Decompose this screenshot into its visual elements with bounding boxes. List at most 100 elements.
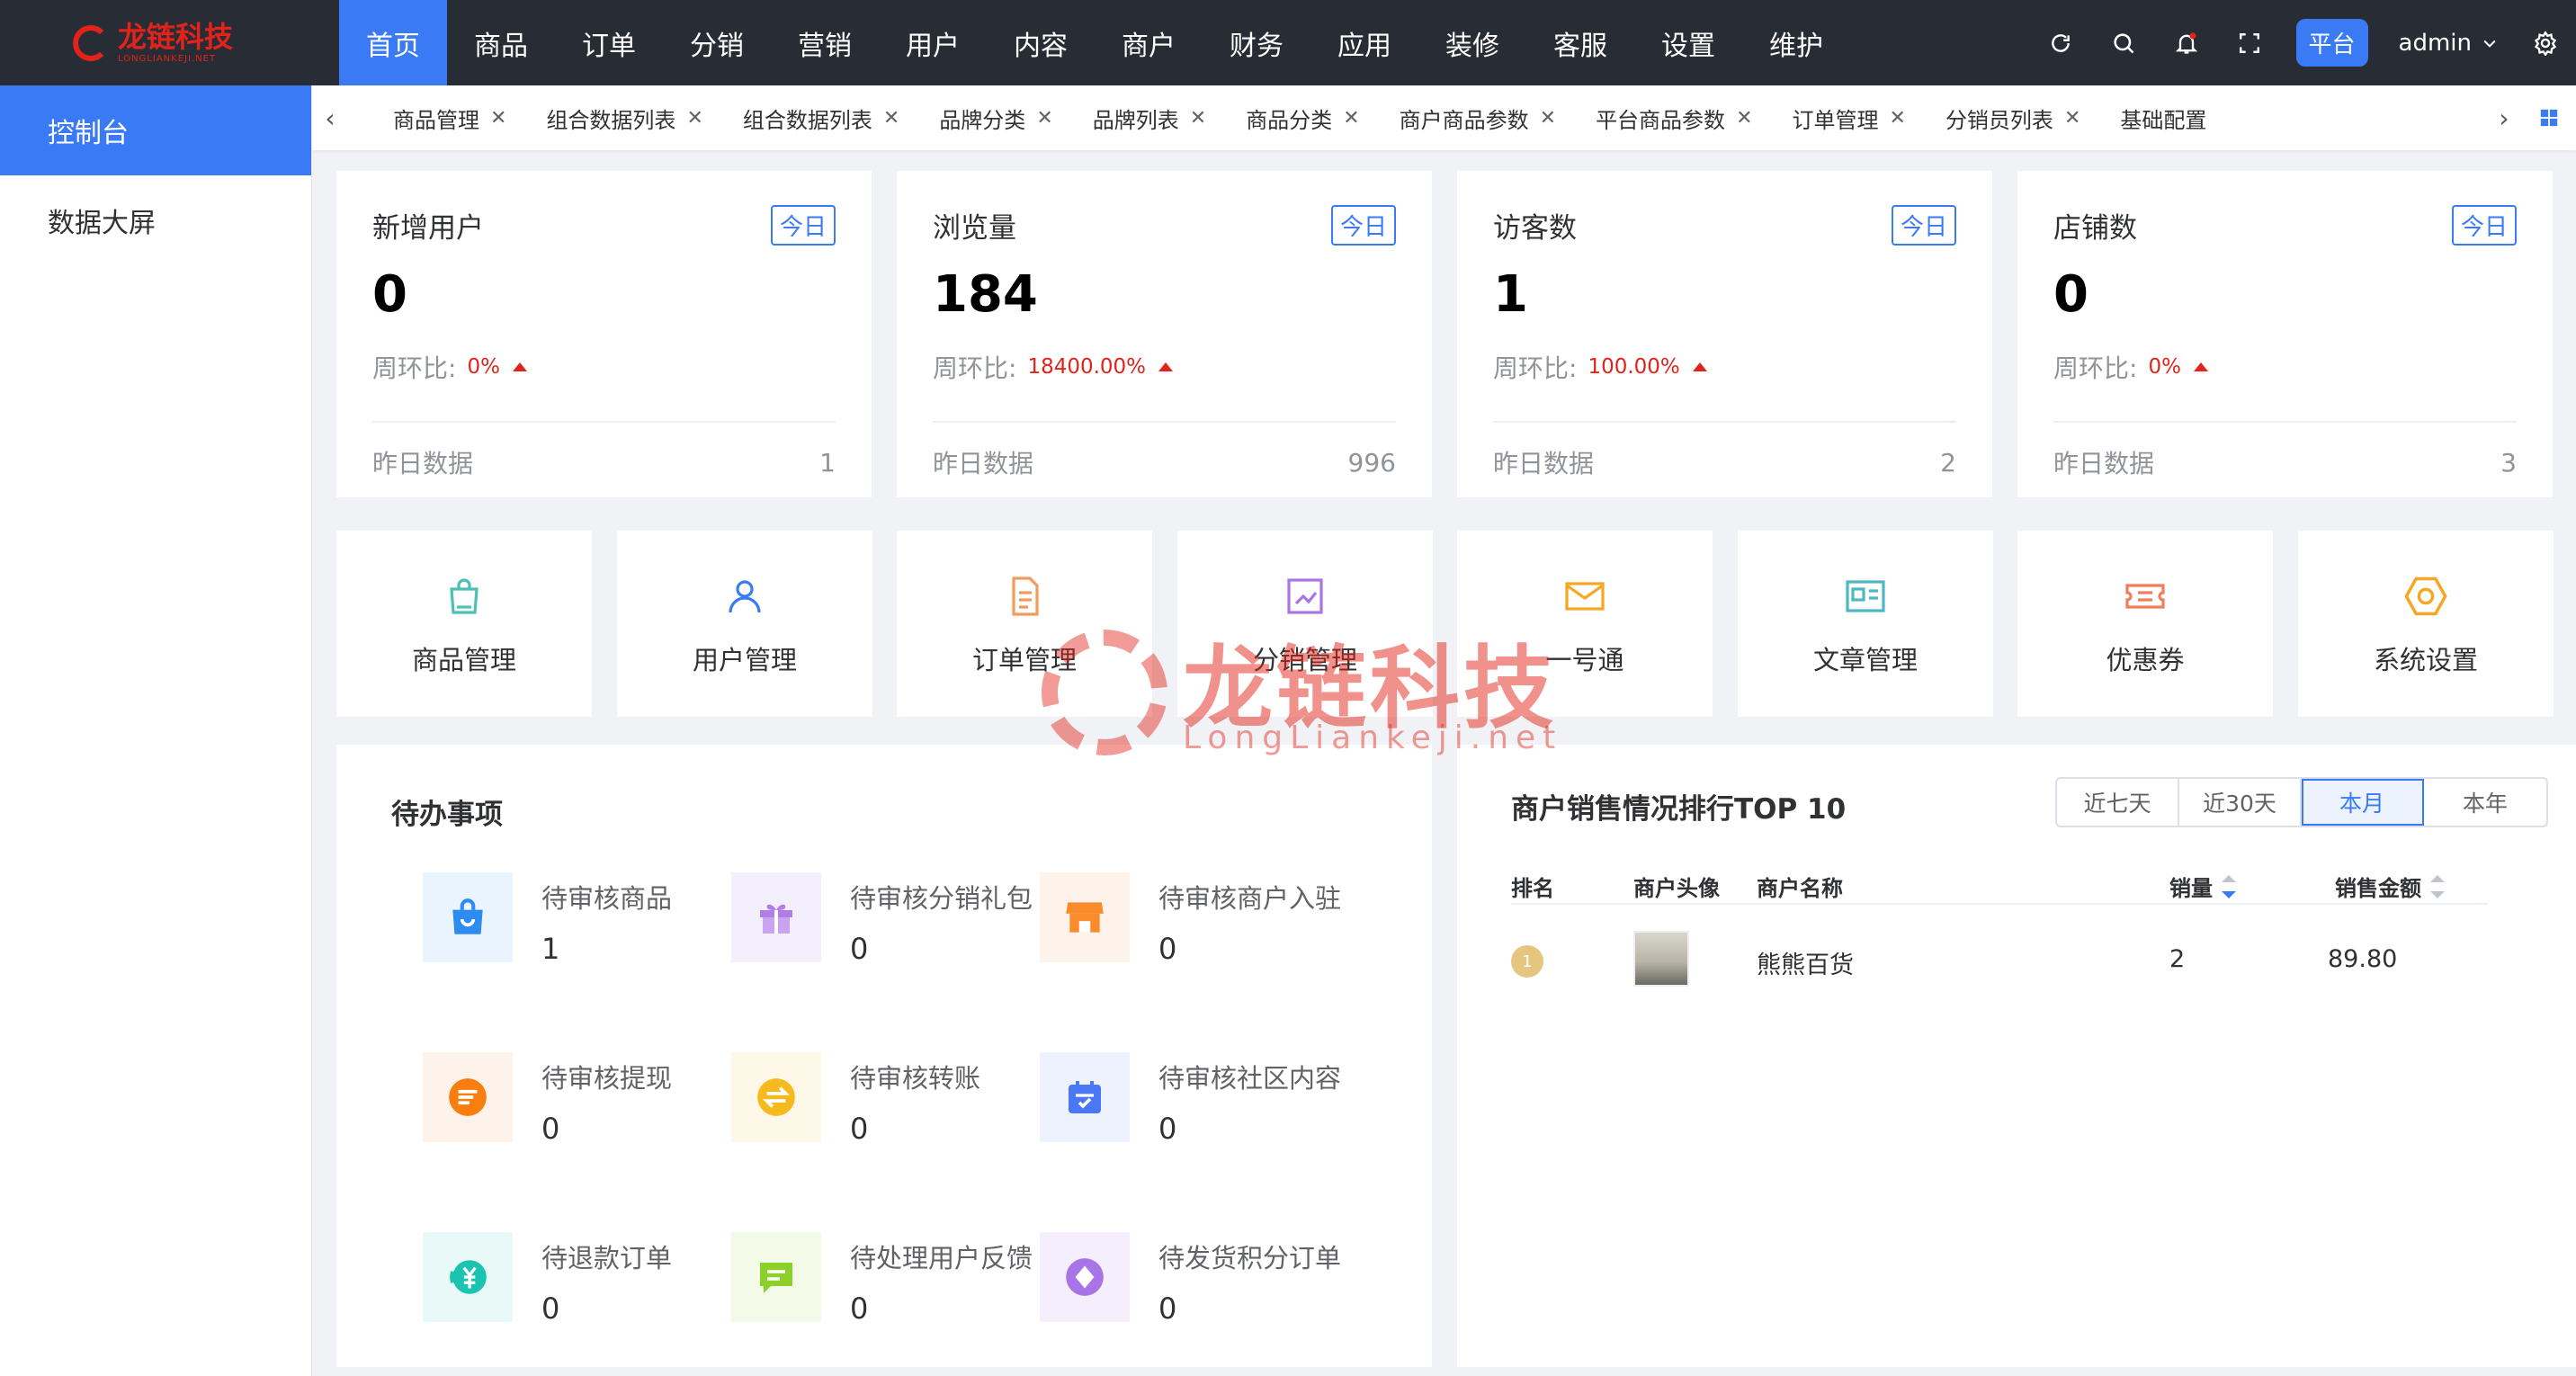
tab-item[interactable]: 品牌列表 ✕ — [1073, 85, 1226, 150]
ranking-title: 商户销售情况排行TOP 10 — [1511, 793, 1847, 826]
tab-item[interactable]: 商品管理 ✕ — [348, 85, 526, 150]
hexagon-settings-icon — [2401, 571, 2451, 621]
quick-order-management[interactable]: 订单管理 — [897, 531, 1152, 717]
range-this-month[interactable]: 本月 — [2302, 779, 2424, 826]
tab-item[interactable]: 组合数据列表 ✕ — [723, 85, 919, 150]
envelope-icon — [1560, 571, 1610, 621]
range-this-year[interactable]: 本年 — [2424, 779, 2546, 826]
tab-item[interactable]: 品牌分类 ✕ — [919, 85, 1072, 150]
quick-one-pass[interactable]: 一号通 — [1457, 531, 1713, 717]
stat-card-visitors: 访客数 今日 1 周环比: 100.00% 昨日数据 2 — [1457, 171, 1992, 497]
bell-icon[interactable] — [2170, 27, 2203, 59]
close-icon[interactable]: ✕ — [1036, 107, 1052, 130]
brand-domain: LONGLIANKEJI.NET — [117, 53, 217, 64]
trend-up-icon — [512, 362, 527, 371]
column-rank: 排名 — [1511, 876, 1554, 901]
trend-up-icon — [2193, 362, 2208, 371]
nav-content[interactable]: 内容 — [987, 0, 1095, 85]
todo-pending-refunds[interactable]: 待退款订单 0 — [423, 1232, 729, 1326]
trend-up-icon — [1692, 362, 1707, 371]
nav-decoration[interactable]: 装修 — [1418, 0, 1526, 85]
yesterday-value: 2 — [1940, 447, 1956, 478]
quick-product-management[interactable]: 商品管理 — [336, 531, 592, 717]
nav-customer-service[interactable]: 客服 — [1526, 0, 1634, 85]
close-icon[interactable]: ✕ — [883, 107, 899, 130]
brand-logo[interactable]: 龙链科技 LONGLIANKEJI.NET — [0, 0, 306, 85]
trend-chart-icon — [1280, 571, 1330, 621]
dragon-logo-icon — [72, 24, 109, 61]
platform-switch-button[interactable]: 平台 — [2295, 19, 2368, 67]
close-icon[interactable]: ✕ — [2064, 107, 2080, 130]
stat-value: 0 — [372, 265, 407, 324]
stat-title: 浏览量 — [933, 212, 1016, 245]
quick-distribution-management[interactable]: 分销管理 — [1177, 531, 1433, 717]
merchant-avatar — [1633, 931, 1689, 987]
tabs-scroll-left-icon[interactable]: ‹ — [312, 85, 348, 150]
close-icon[interactable]: ✕ — [1343, 107, 1359, 130]
todo-pending-products[interactable]: 待审核商品 1 — [423, 872, 729, 966]
table-row[interactable]: 1 熊熊百货 2 89.80 — [1511, 929, 2488, 992]
close-icon[interactable]: ✕ — [1736, 107, 1752, 130]
search-icon[interactable] — [2107, 27, 2140, 59]
chevron-down-icon — [2483, 40, 2496, 48]
tab-item[interactable]: 组合数据列表 ✕ — [526, 85, 722, 150]
quick-user-management[interactable]: 用户管理 — [617, 531, 872, 717]
nav-products[interactable]: 商品 — [447, 0, 555, 85]
document-icon — [999, 571, 1050, 621]
period-badge: 今日 — [1891, 205, 1956, 246]
period-badge: 今日 — [1330, 205, 1396, 246]
gift-icon — [760, 904, 792, 934]
nav-marketing[interactable]: 营销 — [771, 0, 879, 85]
nav-home[interactable]: 首页 — [339, 0, 447, 85]
tabs-menu-grid-icon[interactable] — [2522, 85, 2576, 150]
nav-finance[interactable]: 财务 — [1203, 0, 1310, 85]
todo-pending-withdrawals[interactable]: 待审核提现 0 — [423, 1052, 729, 1146]
fullscreen-icon[interactable] — [2233, 27, 2266, 59]
transfer-icon — [757, 1078, 795, 1116]
todo-pending-points-shipping[interactable]: 待发货积分订单 0 — [1040, 1232, 1346, 1326]
yesterday-value: 1 — [819, 447, 836, 478]
close-icon[interactable]: ✕ — [686, 107, 702, 130]
quick-article-management[interactable]: 文章管理 — [1738, 531, 1993, 717]
tab-item[interactable]: 订单管理 ✕ — [1773, 85, 1926, 150]
column-amount-sort[interactable]: 销售金额 — [2335, 871, 2445, 902]
range-last-7-days[interactable]: 近七天 — [2057, 779, 2179, 826]
refresh-icon[interactable] — [2044, 27, 2077, 59]
nav-maintenance[interactable]: 维护 — [1742, 0, 1850, 85]
yesterday-label: 昨日数据 — [2053, 449, 2155, 478]
quick-coupons[interactable]: 优惠券 — [2017, 531, 2273, 717]
close-icon[interactable]: ✕ — [490, 107, 506, 130]
nav-apps[interactable]: 应用 — [1310, 0, 1418, 85]
tab-item[interactable]: 分销员列表 ✕ — [1926, 85, 2100, 150]
sidebar-item-console[interactable]: 控制台 — [0, 85, 311, 175]
sales-amount: 89.80 — [2328, 945, 2398, 973]
nav-users[interactable]: 用户 — [879, 0, 987, 85]
nav-orders[interactable]: 订单 — [555, 0, 663, 85]
tab-item[interactable]: 商户商品参数 ✕ — [1380, 85, 1576, 150]
nav-distribution[interactable]: 分销 — [663, 0, 771, 85]
close-icon[interactable]: ✕ — [1890, 107, 1906, 130]
todo-pending-transfers[interactable]: 待审核转账 0 — [731, 1052, 1037, 1146]
tabs-scroll-right-icon[interactable]: › — [2486, 85, 2522, 150]
nav-merchants[interactable]: 商户 — [1095, 0, 1203, 85]
tab-item[interactable]: 商品分类 ✕ — [1226, 85, 1379, 150]
tab-item[interactable]: 基础配置 — [2100, 85, 2226, 150]
todo-pending-merchant-entry[interactable]: 待审核商户入驻 0 — [1040, 872, 1346, 966]
todo-pending-gift-packages[interactable]: 待审核分销礼包 0 — [731, 872, 1037, 966]
ratio-value: 100.00% — [1588, 355, 1680, 379]
user-menu[interactable]: admin — [2399, 30, 2499, 57]
diamond-icon — [1066, 1258, 1104, 1296]
gear-icon[interactable] — [2529, 27, 2562, 59]
column-sales-sort[interactable]: 销量 — [2169, 871, 2236, 902]
tab-item[interactable]: 平台商品参数 ✕ — [1576, 85, 1772, 150]
close-icon[interactable]: ✕ — [1540, 107, 1556, 130]
nav-settings[interactable]: 设置 — [1634, 0, 1742, 85]
sidebar-item-data-screen[interactable]: 数据大屏 — [0, 175, 311, 265]
stat-card-new-users: 新增用户 今日 0 周环比: 0% 昨日数据 1 — [336, 171, 872, 497]
user-icon — [720, 571, 770, 621]
todo-pending-feedback[interactable]: 待处理用户反馈 0 — [731, 1232, 1037, 1326]
close-icon[interactable]: ✕ — [1190, 107, 1206, 130]
range-last-30-days[interactable]: 近30天 — [2179, 779, 2302, 826]
todo-pending-community-content[interactable]: 待审核社区内容 0 — [1040, 1052, 1346, 1146]
quick-system-settings[interactable]: 系统设置 — [2298, 531, 2554, 717]
